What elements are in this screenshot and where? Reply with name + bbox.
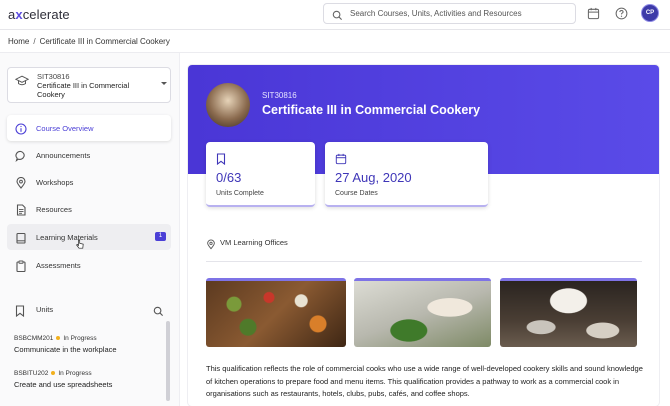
status-dot — [56, 336, 61, 341]
unit-status: In Progress — [63, 335, 97, 342]
chat-bubble-icon — [15, 149, 27, 167]
unit-code: BSBCMM201 — [14, 335, 54, 342]
units-scrollbar[interactable] — [166, 321, 170, 401]
course-code: SIT30816 — [37, 72, 70, 81]
search-input[interactable]: Search Courses, Units, Activities and Re… — [323, 3, 576, 24]
course-dates-label: Course Dates — [335, 190, 378, 197]
course-select-dropdown[interactable]: SIT30816 Certificate III in Commercial C… — [7, 67, 171, 103]
course-overview-panel: SIT30816 Certificate III in Commercial C… — [188, 65, 659, 406]
sidebar-item-label: Learning Materials — [36, 233, 98, 242]
units-heading: Units — [36, 305, 54, 314]
chevron-down-icon — [161, 82, 167, 85]
sidebar-item-label: Announcements — [36, 151, 91, 160]
section-divider — [206, 261, 642, 262]
top-bar: axcelerate Search Courses, Units, Activi… — [0, 0, 670, 30]
sidebar-item-assessments[interactable]: Assessments — [7, 252, 171, 278]
unit-list-item[interactable]: BSBCMM201 In Progress Communicate in the … — [14, 335, 162, 354]
units-complete-card: 0/63 Units Complete — [206, 142, 315, 207]
sidebar-item-label: Assessments — [36, 261, 81, 270]
unit-code: BSBITU202 — [14, 370, 49, 377]
calendar-icon[interactable] — [587, 7, 600, 25]
unit-name: Communicate in the workplace — [14, 345, 117, 354]
location-text: VM Learning Offices — [220, 238, 288, 247]
notification-badge: 1 — [155, 232, 166, 241]
breadcrumb-separator: / — [33, 37, 36, 46]
sidebar-item-label: Resources — [36, 205, 72, 214]
units-header: Units — [7, 301, 171, 319]
hero-course-code: SIT30816 — [262, 91, 297, 100]
course-photo — [206, 83, 250, 127]
course-image-plating — [500, 278, 637, 347]
bookmark-icon — [216, 152, 226, 170]
search-placeholder: Search Courses, Units, Activities and Re… — [350, 9, 522, 18]
sidebar-item-resources[interactable]: Resources — [7, 196, 171, 222]
search-icon[interactable] — [153, 304, 164, 322]
document-icon — [15, 203, 27, 221]
sidebar-item-announcements[interactable]: Announcements — [7, 142, 171, 168]
unit-meta: BSBCMM201 In Progress — [14, 335, 162, 342]
sidebar-item-learning-materials[interactable]: Learning Materials 1 — [7, 224, 171, 250]
book-icon — [15, 231, 27, 249]
breadcrumb-home[interactable]: Home — [8, 37, 29, 46]
status-dot — [51, 371, 56, 376]
sidebar: SIT30816 Certificate III in Commercial C… — [0, 53, 180, 406]
sidebar-item-label: Course Overview — [36, 124, 94, 133]
unit-status: In Progress — [58, 370, 92, 377]
course-image-ingredients — [206, 278, 346, 347]
location-pin-icon — [206, 237, 216, 255]
sidebar-item-course-overview[interactable]: Course Overview — [7, 115, 171, 141]
location-pin-icon — [15, 176, 27, 194]
course-title: Certificate III in Commercial Cookery — [37, 81, 130, 99]
course-dates-value: 27 Aug, 2020 — [335, 170, 412, 185]
bookmark-icon — [15, 304, 25, 322]
help-icon[interactable] — [615, 7, 628, 25]
course-description: This qualification reflects the role of … — [206, 364, 643, 398]
info-icon — [15, 122, 27, 140]
unit-name: Create and use spreadsheets — [14, 380, 113, 389]
sidebar-item-workshops[interactable]: Workshops — [7, 169, 171, 195]
breadcrumb-current: Certificate III in Commercial Cookery — [39, 37, 170, 46]
sidebar-item-label: Workshops — [36, 178, 74, 187]
breadcrumb: Home / Certificate III in Commercial Cooke… — [8, 37, 170, 46]
search-icon — [332, 8, 343, 26]
user-avatar[interactable]: CP — [641, 4, 659, 22]
app-logo[interactable]: axcelerate — [8, 7, 70, 22]
mouse-cursor-icon — [76, 236, 84, 254]
unit-list-item[interactable]: BSBITU202 In Progress Create and use spre… — [14, 370, 162, 389]
graduation-cap-icon — [14, 74, 30, 92]
course-image-chopping — [354, 278, 491, 347]
units-complete-value: 0/63 — [216, 170, 242, 185]
hero-course-title: Certificate III in Commercial Cookery — [262, 103, 481, 117]
units-complete-label: Units Complete — [216, 190, 264, 197]
clipboard-icon — [15, 259, 27, 277]
course-dates-card: 27 Aug, 2020 Course Dates — [325, 142, 488, 207]
calendar-icon — [335, 152, 347, 170]
unit-meta: BSBITU202 In Progress — [14, 370, 162, 377]
